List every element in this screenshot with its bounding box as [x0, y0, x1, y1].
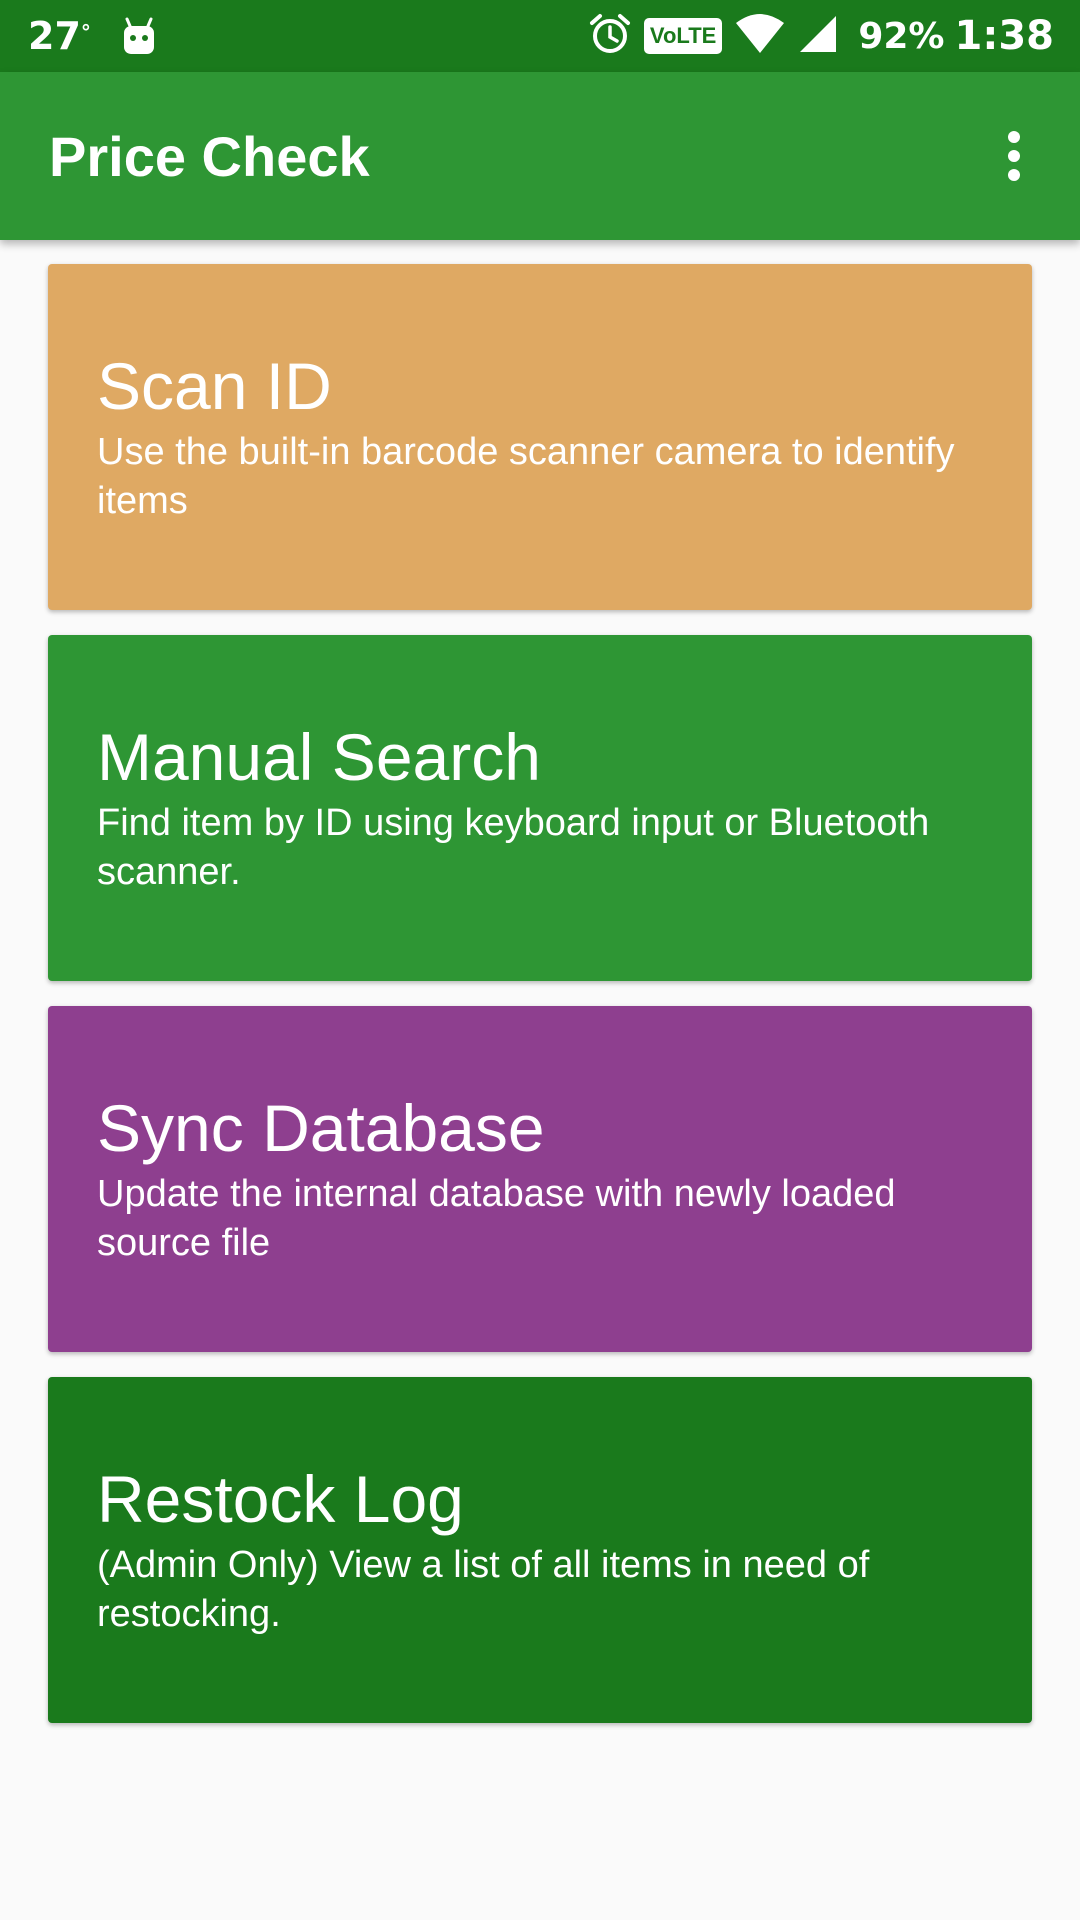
overflow-menu-icon [1008, 131, 1020, 181]
battery-percent: 92% [858, 15, 945, 57]
temperature: 27° [28, 14, 91, 58]
restock-log-card[interactable]: Restock Log (Admin Only) View a list of … [48, 1377, 1032, 1723]
alarm-icon [588, 12, 632, 60]
status-bar-right: VoLTE 92% 1:38 [576, 0, 1054, 72]
manual-search-card[interactable]: Manual Search Find item by ID using keyb… [48, 635, 1032, 981]
card-title: Manual Search [97, 720, 541, 794]
clock-time: 1:38 [954, 13, 1055, 59]
wifi-icon [734, 13, 786, 59]
menu-card-list: Scan ID Use the built-in barcode scanner… [48, 264, 1032, 1748]
sync-database-card[interactable]: Sync Database Update the internal databa… [48, 1006, 1032, 1352]
overflow-menu-button[interactable] [984, 116, 1044, 196]
card-description: Update the internal database with newly … [97, 1173, 896, 1264]
status-bar: 27° VoLTE 92% 1:38 [0, 0, 1080, 72]
app-bar: Price Check [0, 72, 1080, 240]
app-title: Price Check [49, 124, 370, 188]
card-title: Sync Database [97, 1091, 545, 1165]
card-description: (Admin Only) View a list of all items in… [97, 1544, 870, 1635]
status-bar-left: 27° [28, 0, 157, 72]
scan-id-card[interactable]: Scan ID Use the built-in barcode scanner… [48, 264, 1032, 610]
signal-icon [798, 14, 838, 58]
volte-icon: VoLTE [643, 18, 723, 54]
card-description: Use the built-in barcode scanner camera … [97, 431, 955, 522]
card-description: Find item by ID using keyboard input or … [97, 802, 930, 893]
card-title: Scan ID [97, 349, 332, 423]
card-title: Restock Log [97, 1462, 464, 1536]
android-icon [121, 16, 157, 56]
